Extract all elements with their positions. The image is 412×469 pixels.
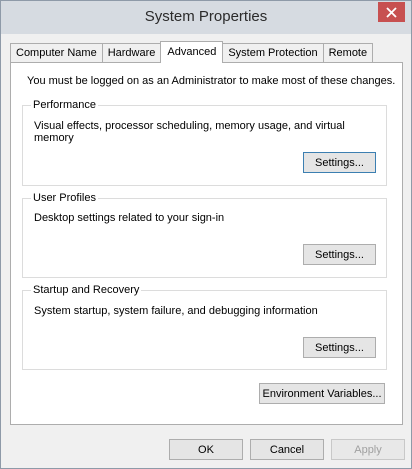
close-button[interactable]: [378, 2, 405, 22]
performance-group: Performance Visual effects, processor sc…: [22, 99, 387, 186]
apply-button[interactable]: Apply: [331, 439, 405, 460]
user-profiles-description: Desktop settings related to your sign-in: [34, 212, 225, 224]
tab-system-protection[interactable]: System Protection: [222, 43, 324, 63]
advanced-tab-panel: You must be logged on as an Administrato…: [10, 62, 403, 425]
ok-button[interactable]: OK: [169, 439, 243, 460]
close-icon: [386, 6, 397, 18]
tab-strip: Computer Name Hardware Advanced System P…: [10, 41, 374, 63]
startup-recovery-group: Startup and Recovery System startup, sys…: [22, 284, 387, 370]
tab-computer-name[interactable]: Computer Name: [10, 43, 103, 63]
user-profiles-settings-button[interactable]: Settings...: [303, 244, 376, 265]
user-profiles-group: User Profiles Desktop settings related t…: [22, 192, 387, 278]
admin-note: You must be logged on as an Administrato…: [27, 75, 396, 87]
startup-recovery-description: System startup, system failure, and debu…: [34, 305, 318, 317]
window-title: System Properties: [144, 8, 268, 25]
title-bar[interactable]: System Properties: [1, 1, 411, 34]
tab-advanced[interactable]: Advanced: [160, 41, 224, 63]
cancel-button[interactable]: Cancel: [250, 439, 324, 460]
user-profiles-group-label: User Profiles: [31, 192, 98, 204]
startup-recovery-group-label: Startup and Recovery: [31, 284, 142, 296]
tab-remote[interactable]: Remote: [322, 43, 374, 63]
performance-settings-button[interactable]: Settings...: [303, 152, 376, 173]
environment-variables-button[interactable]: Environment Variables...: [259, 383, 385, 404]
performance-description: Visual effects, processor scheduling, me…: [34, 120, 345, 144]
tab-hardware[interactable]: Hardware: [101, 43, 162, 63]
system-properties-window: System Properties Computer Name Hardware…: [0, 0, 412, 469]
performance-group-label: Performance: [31, 99, 98, 111]
startup-recovery-settings-button[interactable]: Settings...: [303, 337, 376, 358]
